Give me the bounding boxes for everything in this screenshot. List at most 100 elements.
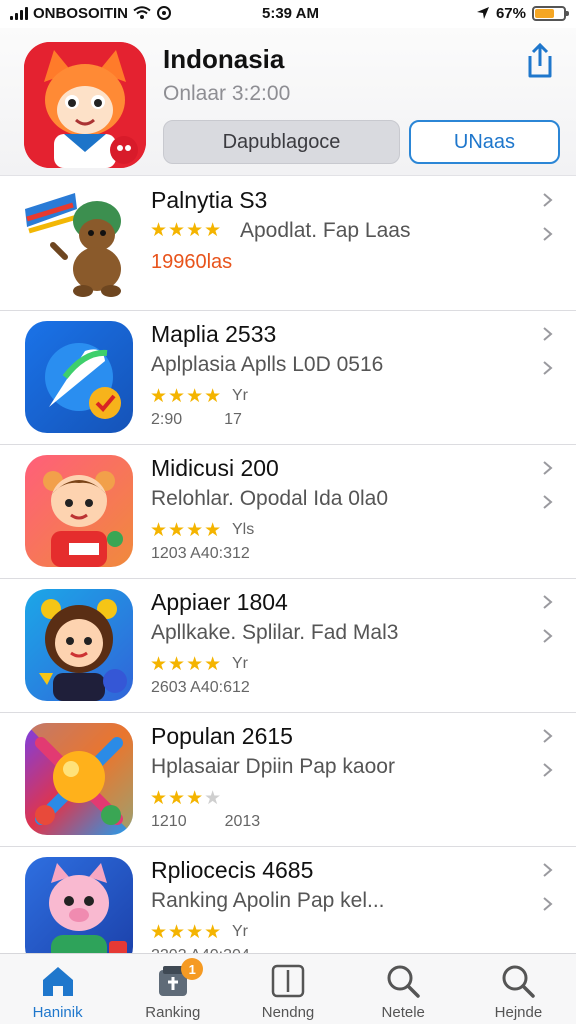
tab-label: Haninik: [32, 1004, 83, 1021]
tab-ranking[interactable]: 1 Ranking: [115, 954, 230, 1024]
cartoon-fox-app-icon[interactable]: [24, 42, 146, 168]
star-icon: ★: [150, 220, 168, 241]
app-subtitle: Aplplasia Aplls L0D 0516: [151, 353, 384, 376]
app-title: Midicusi 200: [151, 455, 279, 481]
star-icon: ★: [204, 922, 222, 943]
tab-bar: Haninik 1 Ranking Nendng Netele Hejnde: [0, 953, 576, 1024]
battery-icon: [532, 5, 569, 21]
star-icon: ★: [204, 520, 222, 541]
star-icon: ★: [150, 520, 168, 541]
app-subtitle: Relohlar. Opodal Ida 0la0: [151, 487, 388, 510]
page-title: Indonasia: [163, 44, 285, 74]
chevron-right-icon: [543, 193, 553, 207]
status-left: ONBOSOITIN: [10, 5, 172, 22]
candy-ball-icon: [25, 723, 133, 835]
cartoon-bear-icon: [25, 187, 133, 299]
tab-label: Nendng: [261, 1004, 315, 1021]
tab-search-2[interactable]: Hejnde: [461, 954, 576, 1024]
chevron-right-icon: [543, 461, 553, 475]
tab-home[interactable]: Haninik: [0, 954, 115, 1024]
location-arrow-icon: [476, 7, 489, 19]
star-rating: ★ ★ ★ ★: [150, 923, 221, 942]
chevron-right-icon: [543, 227, 553, 241]
star-rating: ★ ★ ★ ★: [150, 789, 221, 808]
app-meta-left: 2:90: [151, 411, 183, 428]
chevron-right-icon: [543, 729, 553, 743]
star-icon: ★: [168, 220, 186, 241]
tab-search[interactable]: Netele: [346, 954, 461, 1024]
star-icon: ★: [150, 922, 168, 943]
search-icon: [502, 965, 536, 998]
list-item[interactable]: Maplia 2533 Aplplasia Aplls L0D 0516 ★ ★ ★…: [0, 311, 576, 445]
cartoon-girl-icon: [25, 589, 133, 701]
app-meta-left: 1210: [151, 813, 187, 830]
tab-label: Netele: [381, 1004, 425, 1021]
battery-percent: 67%: [495, 4, 526, 22]
activity-icon: [157, 6, 172, 20]
star-icon: ★: [186, 922, 204, 943]
page-subtitle: Onlaar 3:2:00: [163, 82, 291, 105]
chevron-right-icon: [543, 595, 553, 609]
star-rating: ★ ★ ★ ★: [150, 521, 221, 540]
app-meta: 1210 2013: [151, 813, 260, 831]
share-icon[interactable]: [522, 42, 558, 80]
app-meta: 1203 A40:312: [151, 545, 250, 562]
status-time: 5:39 AM: [262, 4, 319, 22]
list-item[interactable]: Rpliocecis 4685 Ranking Apolin Pap kel..…: [0, 847, 576, 969]
star-icon: ★: [168, 788, 186, 809]
app-meta: 2:90 17: [151, 411, 242, 429]
rating-suffix: Yr: [232, 923, 248, 940]
star-icon: ★: [204, 220, 222, 241]
wifi-icon: [133, 6, 151, 19]
app-meta-right: 2013: [224, 813, 261, 830]
rating-suffix: Yr: [232, 387, 248, 404]
star-icon: ★: [168, 386, 186, 407]
star-rating: ★ ★ ★ ★: [150, 221, 221, 240]
search-icon: [387, 965, 420, 998]
star-rating: ★ ★ ★ ★: [150, 655, 221, 674]
star-half-icon: ★: [204, 788, 222, 809]
star-icon: ★: [186, 386, 204, 407]
chevron-right-icon: [543, 327, 553, 341]
app-subtitle: Ranking Apolin Pap kel...: [151, 889, 385, 912]
star-icon: ★: [186, 220, 204, 241]
chevron-right-icon: [543, 361, 553, 375]
star-icon: ★: [186, 520, 204, 541]
app-subtitle-text: Apodlat. Fap Laas: [240, 219, 411, 242]
star-rating: ★ ★ ★ ★: [150, 387, 221, 406]
app-title: Rpliocecis 4685: [151, 857, 314, 883]
list-item[interactable]: Appiaer 1804 Apllkake. Splilar. Fad Mal3…: [0, 579, 576, 713]
home-icon: [42, 967, 73, 996]
app-title: Maplia 2533: [151, 321, 277, 347]
app-meta-right: 17: [224, 411, 242, 428]
primary-action-button[interactable]: Dapublagoce: [163, 120, 400, 164]
chevron-right-icon: [543, 629, 553, 643]
list-item[interactable]: Midicusi 200 Relohlar. Opodal Ida 0la0 ★…: [0, 445, 576, 579]
chevron-right-icon: [543, 495, 553, 509]
tab-label: Ranking: [145, 1004, 201, 1021]
list-item[interactable]: Palnytia S3 Apodlat. Fap Laas ★ ★ ★ ★ 19960…: [0, 177, 576, 311]
app-subtitle: Apllkake. Splilar. Fad Mal3: [151, 621, 399, 644]
app-subtitle: Hplasaiar Dpiin Pap kaoor: [151, 755, 395, 778]
battery-fill: [535, 8, 554, 18]
chevron-right-icon: [543, 863, 553, 877]
app-title: Palnytia S3: [151, 187, 268, 213]
star-icon: ★: [204, 654, 222, 675]
star-icon: ★: [168, 520, 186, 541]
rating-suffix: Yr: [232, 655, 248, 672]
list-item[interactable]: Populan 2615 Hplasaiar Dpiin Pap kaoor ★…: [0, 713, 576, 847]
app-list: Palnytia S3 Apodlat. Fap Laas ★ ★ ★ ★ 19960…: [0, 177, 576, 969]
star-icon: ★: [150, 386, 168, 407]
compass-check-icon: [25, 321, 133, 433]
star-icon: ★: [150, 654, 168, 675]
tab-reading[interactable]: Nendng: [230, 954, 345, 1024]
rating-suffix: Yls: [232, 521, 255, 538]
app-header: Indonasia Onlaar 3:2:00 Dapublagoce UNaa…: [0, 28, 576, 176]
book-icon: [271, 964, 305, 998]
signal-icon: [10, 6, 28, 20]
secondary-action-button[interactable]: UNaas: [409, 120, 560, 164]
cartoon-boy-icon: [25, 455, 133, 567]
star-icon: ★: [150, 788, 168, 809]
star-icon: ★: [168, 922, 186, 943]
app-price: 19960las: [151, 251, 233, 273]
